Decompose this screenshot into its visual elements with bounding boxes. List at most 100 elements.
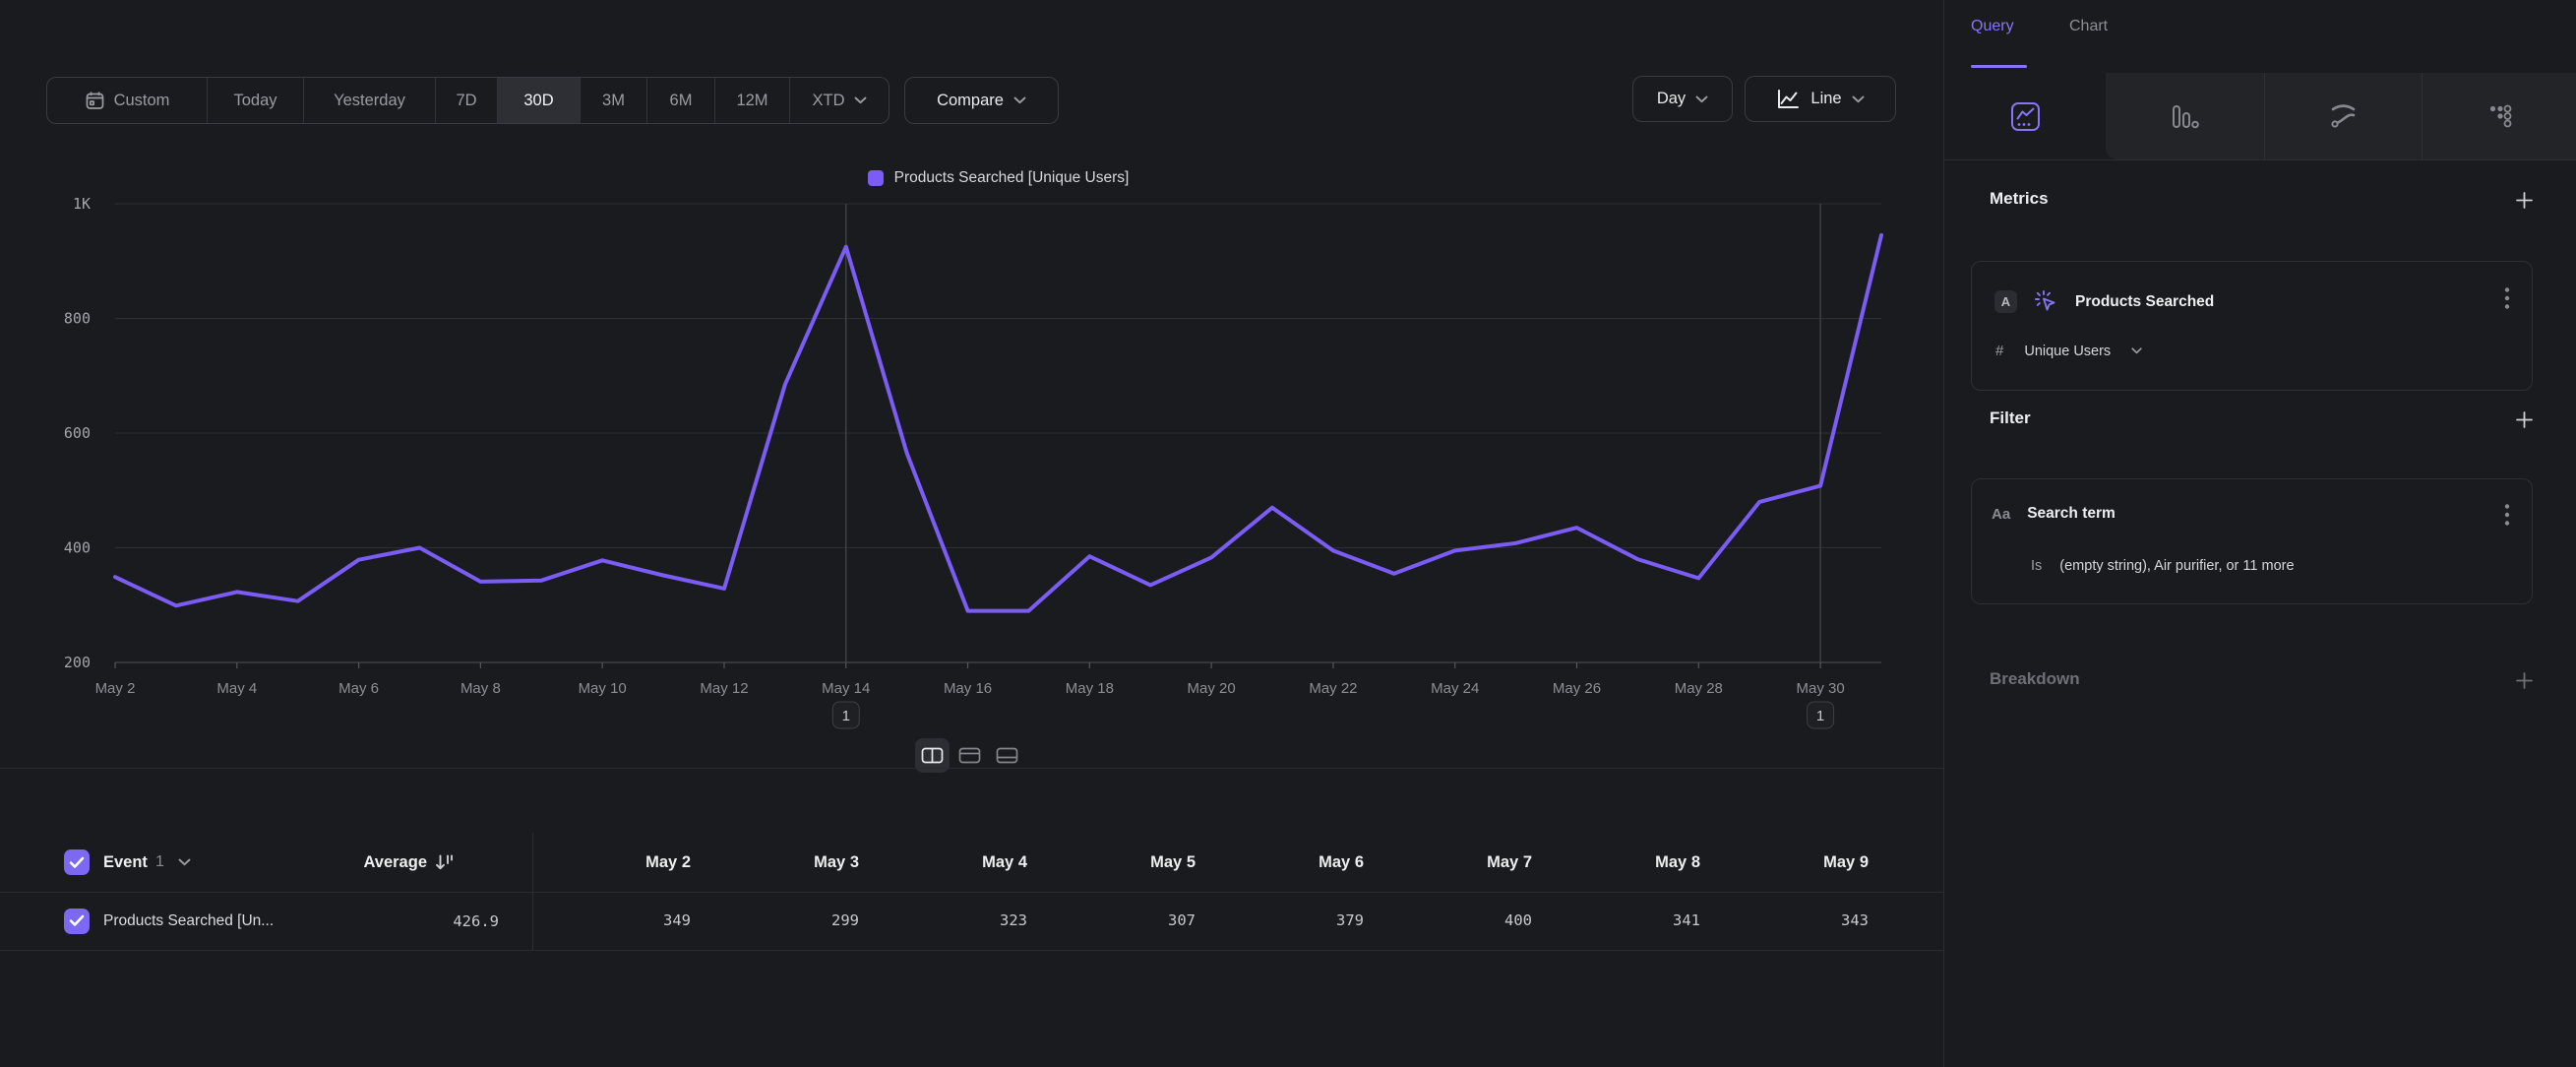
- filter-options-button[interactable]: [2504, 503, 2510, 527]
- date-range-label: 3M: [602, 92, 625, 110]
- date-range-today[interactable]: Today: [208, 78, 304, 123]
- date-range-6m[interactable]: 6M: [647, 78, 715, 123]
- date-range-yesterday[interactable]: Yesterday: [304, 78, 436, 123]
- x-axis-label: May 12: [700, 680, 748, 697]
- filter-operator[interactable]: Is: [2031, 558, 2042, 574]
- filter-property[interactable]: Search term: [2027, 505, 2116, 523]
- cell-value-may-2: 349: [543, 892, 691, 950]
- event-header: Event 1: [64, 833, 191, 892]
- date-range-12m[interactable]: 12M: [715, 78, 790, 123]
- series-row-label: Products Searched [Un...: [103, 912, 274, 930]
- compare-label: Compare: [937, 92, 1004, 110]
- date-range-7d[interactable]: 7D: [436, 78, 498, 123]
- insights-report: Custom Today Yesterday 7D 30D 3M 6M 12M XTD Comp…: [0, 0, 2576, 1067]
- column-header-may-5[interactable]: May 5: [1048, 833, 1196, 892]
- column-header-may-3[interactable]: May 3: [711, 833, 859, 892]
- chart-type-tab-dots[interactable]: [2422, 73, 2576, 160]
- kebab-icon: [2504, 503, 2510, 527]
- chevron-down-icon: [1852, 95, 1865, 103]
- date-range-xtd[interactable]: XTD: [790, 78, 889, 123]
- y-axis-label: 1K: [73, 195, 91, 213]
- granularity-button[interactable]: Day: [1632, 76, 1733, 122]
- event-checkbox[interactable]: [64, 849, 90, 875]
- column-header-may-8[interactable]: May 8: [1553, 833, 1700, 892]
- event-count: 1: [155, 853, 164, 871]
- chevron-down-icon: [1695, 95, 1708, 103]
- x-axis-label: May 28: [1675, 680, 1723, 697]
- annotation-badge-label: 1: [842, 708, 850, 724]
- cell-value-may-5: 307: [1048, 892, 1196, 950]
- chevron-down-icon[interactable]: [178, 858, 191, 866]
- chart-only-icon: [996, 747, 1018, 764]
- tab-query[interactable]: Query: [1971, 18, 2014, 35]
- column-header-may-9[interactable]: May 9: [1721, 833, 1869, 892]
- cell-value-may-4: 323: [880, 892, 1027, 950]
- filter-value[interactable]: (empty string), Air purifier, or 11 more: [2059, 558, 2294, 574]
- date-range-selector: Custom Today Yesterday 7D 30D 3M 6M 12M XTD: [46, 77, 889, 124]
- date-range-3m[interactable]: 3M: [581, 78, 647, 123]
- date-range-label: Custom: [114, 92, 170, 110]
- kebab-icon: [2504, 286, 2510, 310]
- x-axis-label: May 24: [1431, 680, 1479, 697]
- series-line[interactable]: [115, 235, 1881, 611]
- chart-type-tabs: [1944, 73, 2576, 160]
- insights-chart-icon: [2009, 100, 2042, 133]
- aggregation-selector[interactable]: Unique Users: [2024, 344, 2111, 359]
- x-axis-label: May 14: [822, 680, 870, 697]
- table-row-divider: [0, 950, 1943, 951]
- compare-button[interactable]: Compare: [904, 77, 1059, 124]
- series-checkbox[interactable]: [64, 909, 90, 934]
- chart-type-tab-flow[interactable]: [2264, 73, 2422, 160]
- date-range-label: 30D: [523, 92, 553, 110]
- event-cursor-icon: [2033, 288, 2059, 315]
- filter-heading: Filter: [1990, 408, 2031, 428]
- filter-card[interactable]: Aa Search term Is (empty string), Air pu…: [1971, 478, 2533, 604]
- average-label: Average: [363, 853, 427, 872]
- chevron-down-icon[interactable]: [2131, 347, 2142, 354]
- tab-chart[interactable]: Chart: [2069, 18, 2108, 35]
- table-below-chart-icon: [921, 747, 944, 764]
- x-axis-label: May 18: [1066, 680, 1114, 697]
- cell-value-may-9: 343: [1721, 892, 1869, 950]
- sort-descending-icon: [435, 853, 455, 871]
- check-icon: [69, 856, 85, 869]
- chart-type-tab-bars[interactable]: [2106, 73, 2264, 160]
- plus-icon: [2515, 410, 2534, 429]
- chart-type-label: Line: [1810, 90, 1841, 108]
- column-header-may-7[interactable]: May 7: [1384, 833, 1532, 892]
- y-axis-label: 400: [64, 539, 91, 557]
- add-filter-button[interactable]: [2511, 407, 2537, 432]
- dots-chart-icon: [2484, 102, 2514, 132]
- date-range-label: 7D: [456, 92, 476, 110]
- average-column-header[interactable]: Average: [297, 833, 455, 892]
- x-axis-label: May 26: [1553, 680, 1601, 697]
- granularity-label: Day: [1657, 90, 1686, 108]
- y-axis-label: 200: [64, 654, 91, 671]
- column-header-may-4[interactable]: May 4: [880, 833, 1027, 892]
- metric-card[interactable]: A Products Searched # Unique Users: [1971, 261, 2533, 391]
- event-label[interactable]: Event: [103, 853, 148, 872]
- date-range-label: 12M: [736, 92, 767, 110]
- table-beside-chart-icon: [958, 747, 981, 764]
- metric-options-button[interactable]: [2504, 286, 2510, 310]
- column-header-may-2[interactable]: May 2: [543, 833, 691, 892]
- date-range-custom[interactable]: Custom: [47, 78, 208, 123]
- metrics-heading: Metrics: [1990, 189, 2049, 209]
- chevron-down-icon: [1013, 96, 1026, 104]
- section-divider: [0, 768, 1943, 769]
- chart-type-tab-insights[interactable]: [1946, 73, 2105, 160]
- add-metric-button[interactable]: [2511, 187, 2537, 213]
- cell-value-may-3: 299: [711, 892, 859, 950]
- metric-event-name[interactable]: Products Searched: [2075, 293, 2214, 311]
- x-axis-label: May 8: [460, 680, 501, 697]
- date-range-30d[interactable]: 30D: [498, 78, 581, 123]
- plus-icon: [2515, 671, 2534, 690]
- x-axis-label: May 6: [338, 680, 379, 697]
- breakdown-heading: Breakdown: [1990, 669, 2080, 689]
- date-range-label: 6M: [670, 92, 693, 110]
- date-range-label: Today: [233, 92, 276, 110]
- line-chart: 1K800600400200May 2May 4May 6May 8May 10…: [0, 148, 1943, 768]
- column-header-may-6[interactable]: May 6: [1216, 833, 1364, 892]
- add-breakdown-button[interactable]: [2511, 667, 2537, 693]
- chart-type-button[interactable]: Line: [1745, 76, 1896, 122]
